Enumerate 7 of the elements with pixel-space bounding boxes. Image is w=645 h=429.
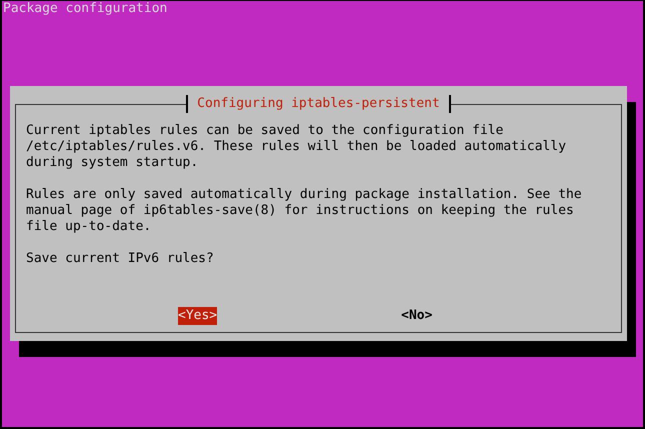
- yes-button[interactable]: <Yes>: [178, 307, 218, 325]
- dialog-paragraph: Save current IPv6 rules?: [26, 251, 215, 267]
- window-title: Package configuration: [2, 1, 168, 17]
- dialog-paragraph: Current iptables rules can be saved to the configuration file /etc/iptables/rules.v6. These rules will then be loaded automatically during system startup.: [26, 123, 568, 171]
- no-button[interactable]: <No>: [401, 307, 432, 325]
- dialog-title: Configuring iptables-persistent: [186, 95, 451, 113]
- dialog-paragraph: Rules are only saved automatically during package installation. See the manual page of ip6tables-save(8) for instructions on keeping the rules file up-to-date.: [26, 187, 583, 235]
